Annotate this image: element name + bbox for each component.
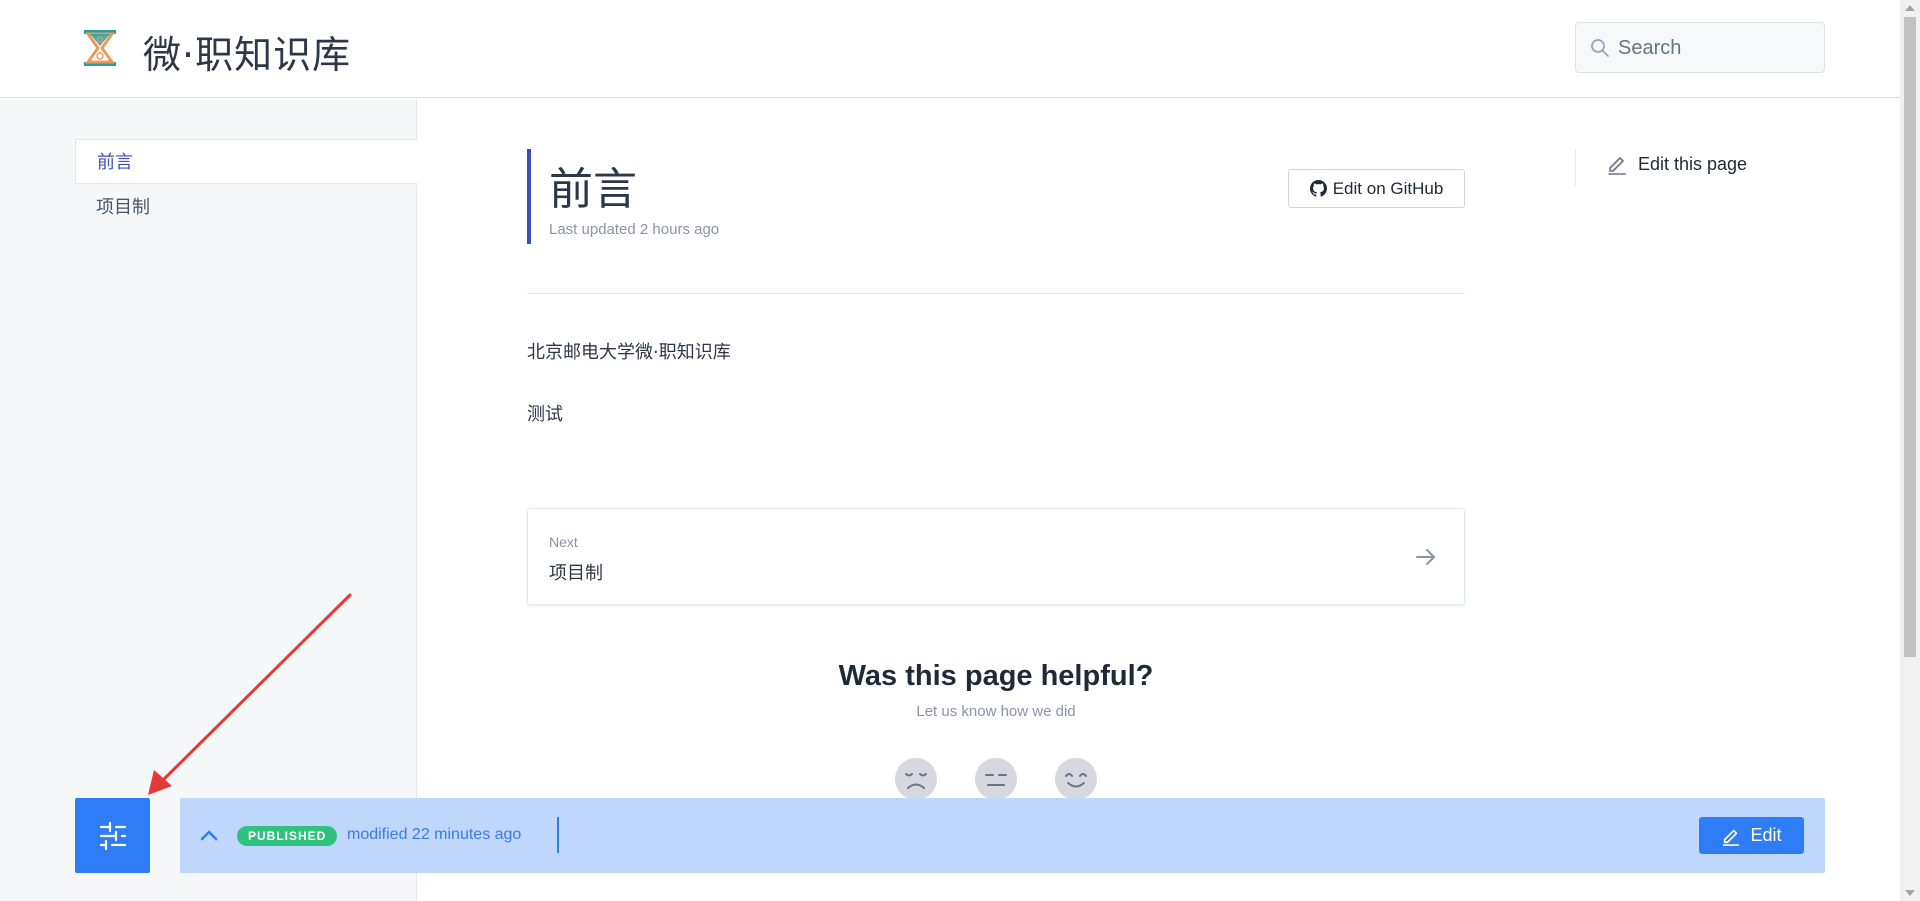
next-page-title: 项目制	[549, 563, 603, 584]
status-divider	[557, 817, 559, 853]
last-updated-text: Last updated 2 hours ago	[549, 221, 720, 238]
search-box[interactable]	[1575, 22, 1825, 73]
search-input[interactable]	[1618, 33, 1813, 63]
feedback-subtitle: Let us know how we did	[916, 703, 1076, 720]
sliders-icon	[99, 821, 127, 851]
sidebar-item-project-system[interactable]: 项目制	[75, 185, 417, 230]
next-page-card[interactable]: Next 项目制	[527, 508, 1465, 605]
edit-on-github-button[interactable]: Edit on GitHub	[1288, 169, 1465, 208]
publish-status-bar: PUBLISHED modified 22 minutes ago Edit	[180, 798, 1825, 873]
feedback-title: Was this page helpful?	[838, 660, 1154, 692]
chevron-up-icon[interactable]	[197, 824, 221, 848]
search-icon	[1591, 39, 1609, 57]
page-title: 前言	[549, 164, 637, 215]
hourglass-logo-icon[interactable]	[80, 28, 120, 68]
happy-face-icon[interactable]	[1055, 758, 1097, 800]
edit-button[interactable]: Edit	[1699, 817, 1804, 854]
edit-button-label: Edit	[1750, 825, 1782, 845]
paragraph-test: 测试	[527, 404, 563, 425]
pencil-icon	[1723, 829, 1740, 846]
modified-time-text: modified 22 minutes ago	[347, 826, 522, 843]
neutral-face-icon[interactable]	[975, 758, 1017, 800]
arrow-right-icon	[1416, 549, 1435, 565]
scrollbar-thumb[interactable]	[1904, 17, 1916, 657]
red-arrow-annotation-icon	[148, 593, 352, 795]
edit-this-page-label: Edit this page	[1638, 153, 1748, 174]
scroll-down-arrow-icon[interactable]	[1905, 890, 1915, 896]
top-header: 微·职知识库	[0, 0, 1900, 98]
page-actions-column: Edit this page	[1575, 149, 1825, 186]
title-divider	[527, 293, 1465, 294]
feedback-faces	[895, 758, 1100, 800]
site-title[interactable]: 微·职知识库	[143, 24, 351, 79]
edit-this-page-link[interactable]: Edit this page	[1606, 153, 1747, 175]
scroll-up-arrow-icon[interactable]	[1905, 5, 1915, 11]
sad-face-icon[interactable]	[895, 758, 937, 800]
sidebar-item-preface[interactable]: 前言	[75, 139, 417, 184]
settings-button[interactable]	[75, 798, 150, 873]
next-label: Next	[549, 534, 578, 550]
status-badge: PUBLISHED	[237, 826, 338, 846]
vertical-scrollbar[interactable]	[1900, 0, 1920, 901]
edit-on-github-label: Edit on GitHub	[1332, 178, 1444, 198]
paragraph-intro: 北京邮电大学微·职知识库	[527, 342, 731, 363]
github-icon	[1309, 180, 1327, 197]
pencil-icon	[1608, 157, 1626, 175]
